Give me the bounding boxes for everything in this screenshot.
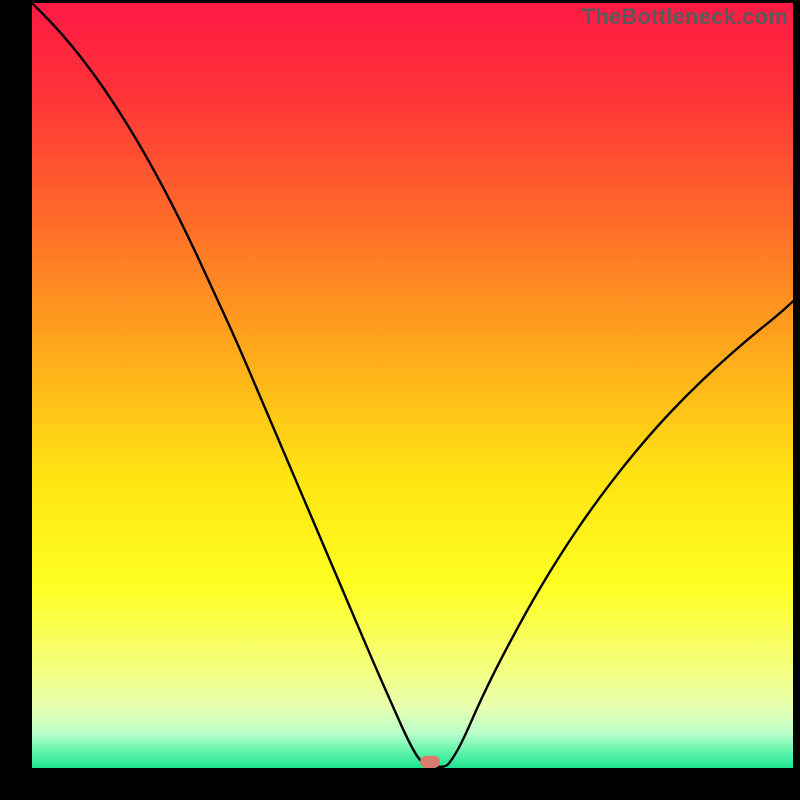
watermark-text: TheBottleneck.com bbox=[582, 4, 788, 30]
optimum-marker bbox=[420, 756, 440, 768]
gradient-background bbox=[32, 3, 793, 768]
bottleneck-chart bbox=[32, 3, 793, 768]
chart-container: TheBottleneck.com bbox=[0, 0, 800, 800]
